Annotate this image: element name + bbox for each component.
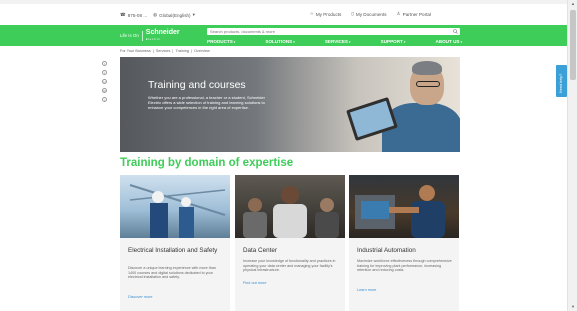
scroll-up-arrow-icon[interactable]: ▲ <box>570 1 576 7</box>
hero-description: Whether you are a professional, a teache… <box>148 95 265 110</box>
chevron-down-icon: ▾ <box>192 12 195 17</box>
breadcrumb-item[interactable]: Training <box>175 49 189 53</box>
primary-menu: PRODUCTS▾ SOLUTIONS▾ SERVICES▾ SUPPORT▾ … <box>207 39 462 45</box>
utility-bar: ☎ 875-08 ... ◍ Global(English) ▾ ☆ My Pr… <box>0 8 577 22</box>
star-icon: ☆ <box>309 11 314 16</box>
menu-item-about-us[interactable]: ABOUT US▾ <box>435 39 462 45</box>
card-image <box>349 175 459 238</box>
document-icon: ▯ <box>351 11 354 16</box>
card-description: Increase your knowledge of functionality… <box>243 259 336 273</box>
share-rail: f t in @ ▪ <box>102 61 107 102</box>
scrollbar-thumb[interactable] <box>570 10 576 80</box>
linkedin-icon[interactable]: in <box>102 79 107 84</box>
search-input[interactable] <box>207 28 460 35</box>
globe-icon: ◍ <box>153 12 158 17</box>
contact-link[interactable]: ☎ 875-08 ... <box>120 12 147 18</box>
card-title: Industrial Automation <box>357 247 416 254</box>
card-link[interactable]: Learn more <box>357 288 376 292</box>
main-navigation: Life Is On Schneider Electric PRODUCTS▾ … <box>0 25 567 46</box>
hero-title: Training and courses <box>148 79 246 91</box>
partner-portal-link[interactable]: ♙ Partner Portal <box>397 11 431 17</box>
hero-photo-glasses <box>416 81 440 87</box>
need-help-tab[interactable]: Need help? <box>556 65 567 97</box>
search-icon[interactable] <box>453 29 458 34</box>
breadcrumb-item[interactable]: For Your Business <box>120 49 151 53</box>
card-description: Maximize workforce effectiveness through… <box>357 259 452 273</box>
logo-tagline: Life Is On <box>120 33 139 38</box>
phone-icon: ☎ <box>120 12 126 17</box>
print-icon[interactable]: ▪ <box>102 97 107 102</box>
card-link[interactable]: Find out more <box>243 281 266 285</box>
chevron-down-icon: ▾ <box>293 40 295 44</box>
user-icon: ♙ <box>396 11 401 16</box>
facebook-icon[interactable]: f <box>102 61 107 66</box>
menu-item-support[interactable]: SUPPORT▾ <box>381 39 406 45</box>
menu-item-solutions[interactable]: SOLUTIONS▾ <box>265 39 294 45</box>
breadcrumb: For Your Business | Services | Training | O… <box>120 49 210 53</box>
hero-photo-person-hair <box>412 61 442 75</box>
browser-top-edge <box>0 0 577 4</box>
menu-item-products[interactable]: PRODUCTS▾ <box>207 39 235 45</box>
scroll-down-arrow-icon[interactable]: ▼ <box>570 304 576 310</box>
twitter-icon[interactable]: t <box>102 70 107 75</box>
my-products-link[interactable]: ☆ My Products <box>310 11 342 17</box>
email-icon[interactable]: @ <box>102 88 107 93</box>
card-description: Discover a unique learning experience wi… <box>128 266 216 280</box>
card-image <box>235 175 345 238</box>
card-title: Electrical Installation and Safety <box>128 247 218 254</box>
logo-wordmark: Schneider Electric <box>145 28 180 41</box>
training-card-data-center[interactable]: Data Center Increase your knowledge of f… <box>235 175 345 311</box>
chevron-down-icon: ▾ <box>349 40 351 44</box>
chevron-down-icon: ▾ <box>403 40 406 44</box>
brand-logo[interactable]: Life Is On Schneider Electric <box>120 29 180 42</box>
my-documents-link[interactable]: ▯ My Documents <box>351 11 386 17</box>
logo-divider <box>141 30 143 41</box>
card-title: Data Center <box>243 247 277 254</box>
training-card-electrical[interactable]: Electrical Installation and Safety Disco… <box>120 175 230 311</box>
card-link[interactable]: Discover more <box>128 295 152 299</box>
breadcrumb-current: Overview <box>193 49 210 53</box>
page-scrollbar[interactable]: ▲ ▼ <box>567 0 577 311</box>
card-image <box>120 175 230 238</box>
country-selector[interactable]: ◍ Global(English) ▾ <box>153 12 195 18</box>
training-card-industrial-automation[interactable]: Industrial Automation Maximize workforce… <box>349 175 459 311</box>
chevron-down-icon: ▾ <box>460 40 462 44</box>
chevron-down-icon: ▾ <box>233 40 236 44</box>
menu-item-services[interactable]: SERVICES▾ <box>325 39 351 45</box>
hero-banner: Training and courses Whether you are a p… <box>120 57 460 152</box>
section-title: Training by domain of expertise <box>120 157 294 169</box>
breadcrumb-item[interactable]: Services <box>156 49 171 53</box>
